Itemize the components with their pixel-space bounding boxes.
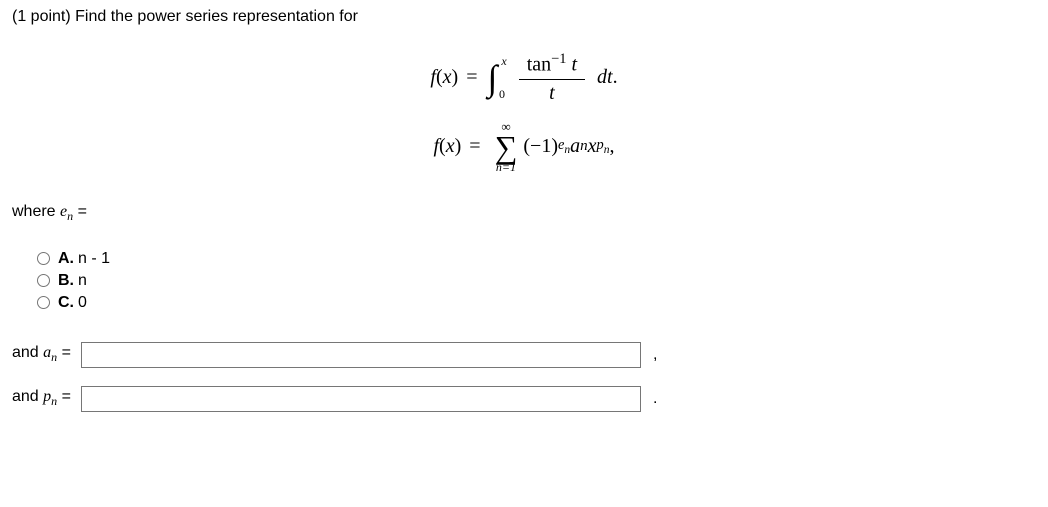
where-eq: = bbox=[78, 203, 87, 220]
dt: dt bbox=[597, 66, 613, 89]
sum-symbol: ∑ bbox=[495, 133, 518, 162]
choice-c-radio[interactable] bbox=[37, 296, 50, 309]
an-comma: , bbox=[653, 346, 657, 364]
where-e-n: where en = bbox=[12, 203, 1036, 224]
a-sub: n bbox=[51, 350, 57, 364]
a-coef: a bbox=[570, 135, 580, 158]
choice-c-label: C. bbox=[58, 294, 74, 312]
choice-a-text: n - 1 bbox=[78, 250, 110, 268]
tan-exp: −1 bbox=[551, 51, 566, 67]
where-text: where bbox=[12, 203, 56, 220]
question-header: (1 point) Find the power series represen… bbox=[12, 8, 1036, 26]
t-bot: t bbox=[549, 82, 555, 104]
where-n: n bbox=[67, 210, 73, 224]
integral-lower: 0 bbox=[497, 87, 506, 101]
choice-b-radio[interactable] bbox=[37, 274, 50, 287]
choice-b-text: n bbox=[78, 272, 87, 290]
summation: ∞ ∑ n=1 bbox=[495, 120, 518, 174]
equals-1: = bbox=[466, 66, 477, 89]
p-sub: n bbox=[51, 394, 57, 408]
choice-a-label: A. bbox=[58, 250, 74, 268]
points-label: (1 point) bbox=[12, 8, 71, 25]
a-label: a bbox=[43, 344, 51, 361]
prompt-text: Find the power series representation for bbox=[75, 8, 358, 25]
pn-input[interactable] bbox=[81, 386, 641, 412]
choices: A. n - 1 B. n C. 0 bbox=[37, 250, 1036, 312]
x-var: x bbox=[443, 66, 452, 89]
tan-label: tan bbox=[527, 54, 551, 76]
exp-p: p bbox=[597, 137, 604, 153]
pn-period: . bbox=[653, 390, 657, 408]
choice-a-row: A. n - 1 bbox=[37, 250, 1036, 268]
choice-b-row: B. n bbox=[37, 272, 1036, 290]
choice-c-row: C. 0 bbox=[37, 294, 1036, 312]
an-row: and an = , bbox=[12, 342, 1036, 368]
equation-integral: f (x) = ∫ x 0 tan−1 t t dt. bbox=[12, 51, 1036, 105]
period1: . bbox=[613, 66, 618, 89]
t-top: t bbox=[571, 54, 577, 76]
eq-pn: = bbox=[62, 388, 71, 405]
equation-block: f (x) = ∫ x 0 tan−1 t t dt. f (x) = ∞ ∑ … bbox=[12, 51, 1036, 173]
choice-b-label: B. bbox=[58, 272, 74, 290]
sum-lower: n=1 bbox=[496, 161, 516, 173]
equation-series: f (x) = ∞ ∑ n=1 (−1)enanxpn, bbox=[12, 120, 1036, 174]
integral-upper: x bbox=[501, 54, 506, 68]
a-sub-n: n bbox=[580, 138, 588, 155]
pn-row: and pn = . bbox=[12, 386, 1036, 412]
choice-a-radio[interactable] bbox=[37, 252, 50, 265]
fraction: tan−1 t t bbox=[519, 51, 585, 105]
and-2: and bbox=[12, 388, 39, 405]
p-label: p bbox=[43, 388, 51, 405]
x-var2: x bbox=[446, 135, 455, 158]
equals-2: = bbox=[469, 135, 480, 158]
eq-an: = bbox=[62, 344, 71, 361]
series-comma: , bbox=[610, 135, 615, 158]
and-1: and bbox=[12, 344, 39, 361]
an-input[interactable] bbox=[81, 342, 641, 368]
choice-c-text: 0 bbox=[78, 294, 87, 312]
neg1: (−1) bbox=[523, 135, 558, 158]
integral-symbol: ∫ bbox=[488, 57, 498, 99]
x-term: x bbox=[588, 135, 597, 158]
